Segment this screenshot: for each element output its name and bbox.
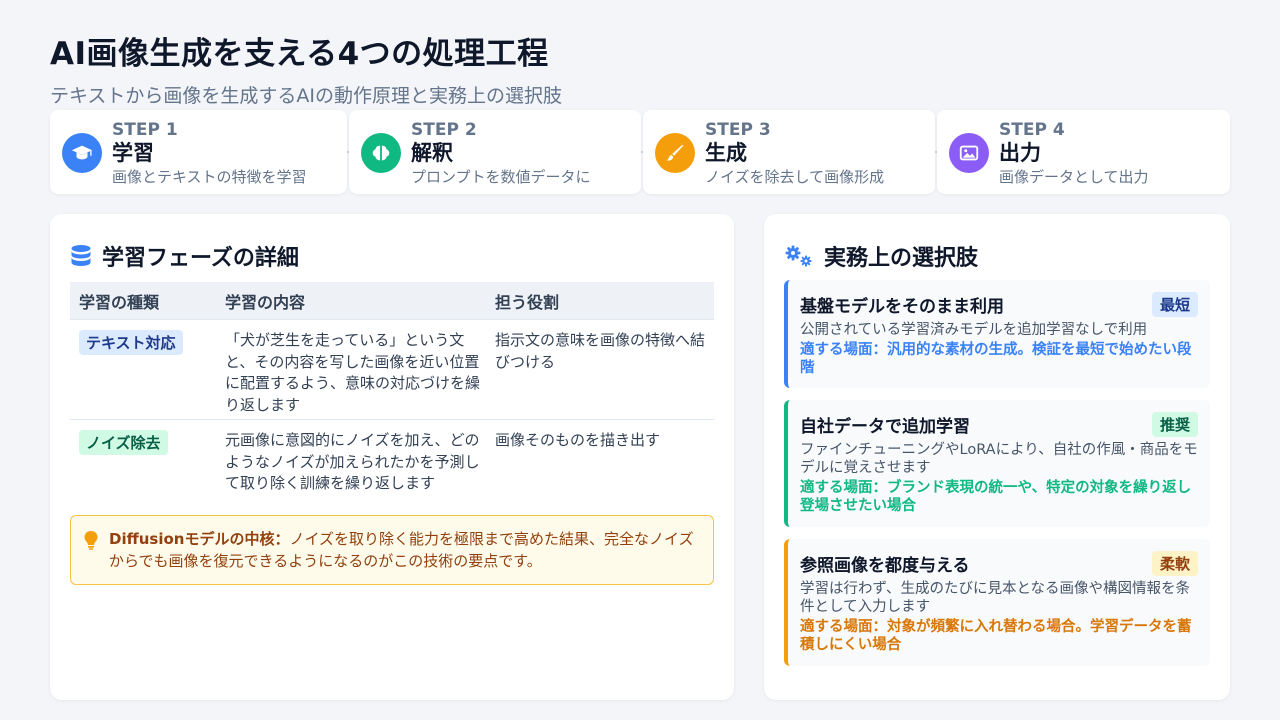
type-tag: テキスト対応 xyxy=(79,330,183,355)
option-badge: 推奨 xyxy=(1151,411,1198,437)
graduation-cap-icon xyxy=(62,133,102,173)
option-card-reference-image: 参照画像を都度与える 柔軟 学習は行わず、生成のたびに見本となる画像や構図情報を… xyxy=(784,539,1210,666)
paintbrush-icon xyxy=(655,133,695,173)
column-header: 学習の内容 xyxy=(225,292,306,312)
step-name: 解釈 xyxy=(411,141,453,165)
option-fit: 適する場面：対象が頻繁に入れ替わる場合。学習データを蓄積しにくい場合 xyxy=(800,619,1192,653)
option-title: 基盤モデルをそのまま利用 xyxy=(800,296,1004,317)
option-description: 公開されている学習済みモデルを追加学習なしで利用 xyxy=(800,322,1148,338)
learning-title-text: 学習フェーズの詳細 xyxy=(102,246,299,271)
column-header: 担う役割 xyxy=(495,292,560,312)
table-row: テキスト対応 「犬が芝生を走っている」という文と、その内容を写した画像を近い位置… xyxy=(70,320,714,420)
option-title: 自社データで追加学習 xyxy=(800,416,970,437)
step-number: STEP 1 xyxy=(112,120,178,140)
image-icon xyxy=(949,133,989,173)
option-fit: 適する場面：汎用的な素材の生成。検証を最短で始めたい段階 xyxy=(800,342,1192,376)
diffusion-note: Diffusionモデルの中核：ノイズを取り除く能力を極限まで高めた結果、完全な… xyxy=(70,515,714,585)
column-header: 学習の種類 xyxy=(79,292,160,312)
learning-table: 学習の種類 学習の内容 担う役割 テキスト対応 「犬が芝生を走っている」という文… xyxy=(70,282,714,498)
page-subtitle: テキストから画像を生成するAIの動作原理と実務上の選択肢 xyxy=(50,85,563,107)
option-badge: 最短 xyxy=(1151,291,1198,317)
step-1-card: STEP 1 学習 画像とテキストの特徴を学習 xyxy=(50,110,347,194)
brain-icon xyxy=(361,133,401,173)
process-steps: STEP 1 学習 画像とテキストの特徴を学習 STEP 2 解釈 プロンプトを… xyxy=(50,110,1230,194)
row-content: 「犬が芝生を走っている」という文と、その内容を写した画像を近い位置に配置するよう… xyxy=(225,331,481,414)
option-description: ファインチューニングやLoRAにより、自社の作風・商品をモデルに覚えさせます xyxy=(800,442,1198,476)
step-4-card: STEP 4 出力 画像データとして出力 xyxy=(937,110,1230,194)
options-title-text: 実務上の選択肢 xyxy=(824,246,979,271)
step-3-card: STEP 3 生成 ノイズを除去して画像形成 xyxy=(643,110,935,194)
step-number: STEP 3 xyxy=(705,120,771,140)
row-content: 元画像に意図的にノイズを加え、どのようなノイズが加えられたかを予測して取り除く訓… xyxy=(225,431,480,492)
lightbulb-icon xyxy=(83,530,99,556)
learning-panel-title: 学習フェーズの詳細 xyxy=(70,240,299,272)
page-title: AI画像生成を支える4つの処理工程 xyxy=(50,36,549,72)
option-card-base-model: 基盤モデルをそのまま利用 最短 公開されている学習済みモデルを追加学習なしで利用… xyxy=(784,280,1210,388)
step-description: 画像とテキストの特徴を学習 xyxy=(112,168,307,186)
options-panel-title: 実務上の選択肢 xyxy=(784,240,978,272)
gears-icon xyxy=(784,244,814,268)
row-role: 画像そのものを描き出す xyxy=(495,431,661,449)
step-description: ノイズを除去して画像形成 xyxy=(705,168,885,186)
option-fit: 適する場面：ブランド表現の統一や、特定の対象を繰り返し登場させたい場合 xyxy=(800,480,1192,514)
option-description: 学習は行わず、生成のたびに見本となる画像や構図情報を条件として入力します xyxy=(800,581,1191,615)
step-number: STEP 4 xyxy=(999,120,1065,140)
step-2-card: STEP 2 解釈 プロンプトを数値データに xyxy=(349,110,641,194)
step-number: STEP 2 xyxy=(411,120,477,140)
option-title: 参照画像を都度与える xyxy=(800,555,970,576)
table-header: 学習の種類 学習の内容 担う役割 xyxy=(70,282,714,320)
type-tag: ノイズ除去 xyxy=(79,430,168,455)
table-row: ノイズ除去 元画像に意図的にノイズを加え、どのようなノイズが加えられたかを予測し… xyxy=(70,420,714,498)
page-header: AI画像生成を支える4つの処理工程 テキストから画像を生成するAIの動作原理と実… xyxy=(50,28,562,108)
option-card-fine-tuning: 自社データで追加学習 推奨 ファインチューニングやLoRAにより、自社の作風・商… xyxy=(784,400,1210,527)
database-icon xyxy=(70,244,92,268)
step-description: プロンプトを数値データに xyxy=(411,168,591,186)
step-name: 学習 xyxy=(112,141,154,165)
step-name: 生成 xyxy=(705,141,747,165)
option-badge: 柔軟 xyxy=(1151,550,1198,576)
learning-phase-panel: 学習フェーズの詳細 学習の種類 学習の内容 担う役割 テキスト対応 「犬が芝生を… xyxy=(50,214,734,700)
note-label: Diffusionモデルの中核： xyxy=(109,530,290,548)
step-description: 画像データとして出力 xyxy=(999,168,1149,186)
step-name: 出力 xyxy=(999,141,1041,165)
row-role: 指示文の意味を画像の特徴へ結びつける xyxy=(495,331,706,371)
options-panel: 実務上の選択肢 基盤モデルをそのまま利用 最短 公開されている学習済みモデルを追… xyxy=(764,214,1230,700)
